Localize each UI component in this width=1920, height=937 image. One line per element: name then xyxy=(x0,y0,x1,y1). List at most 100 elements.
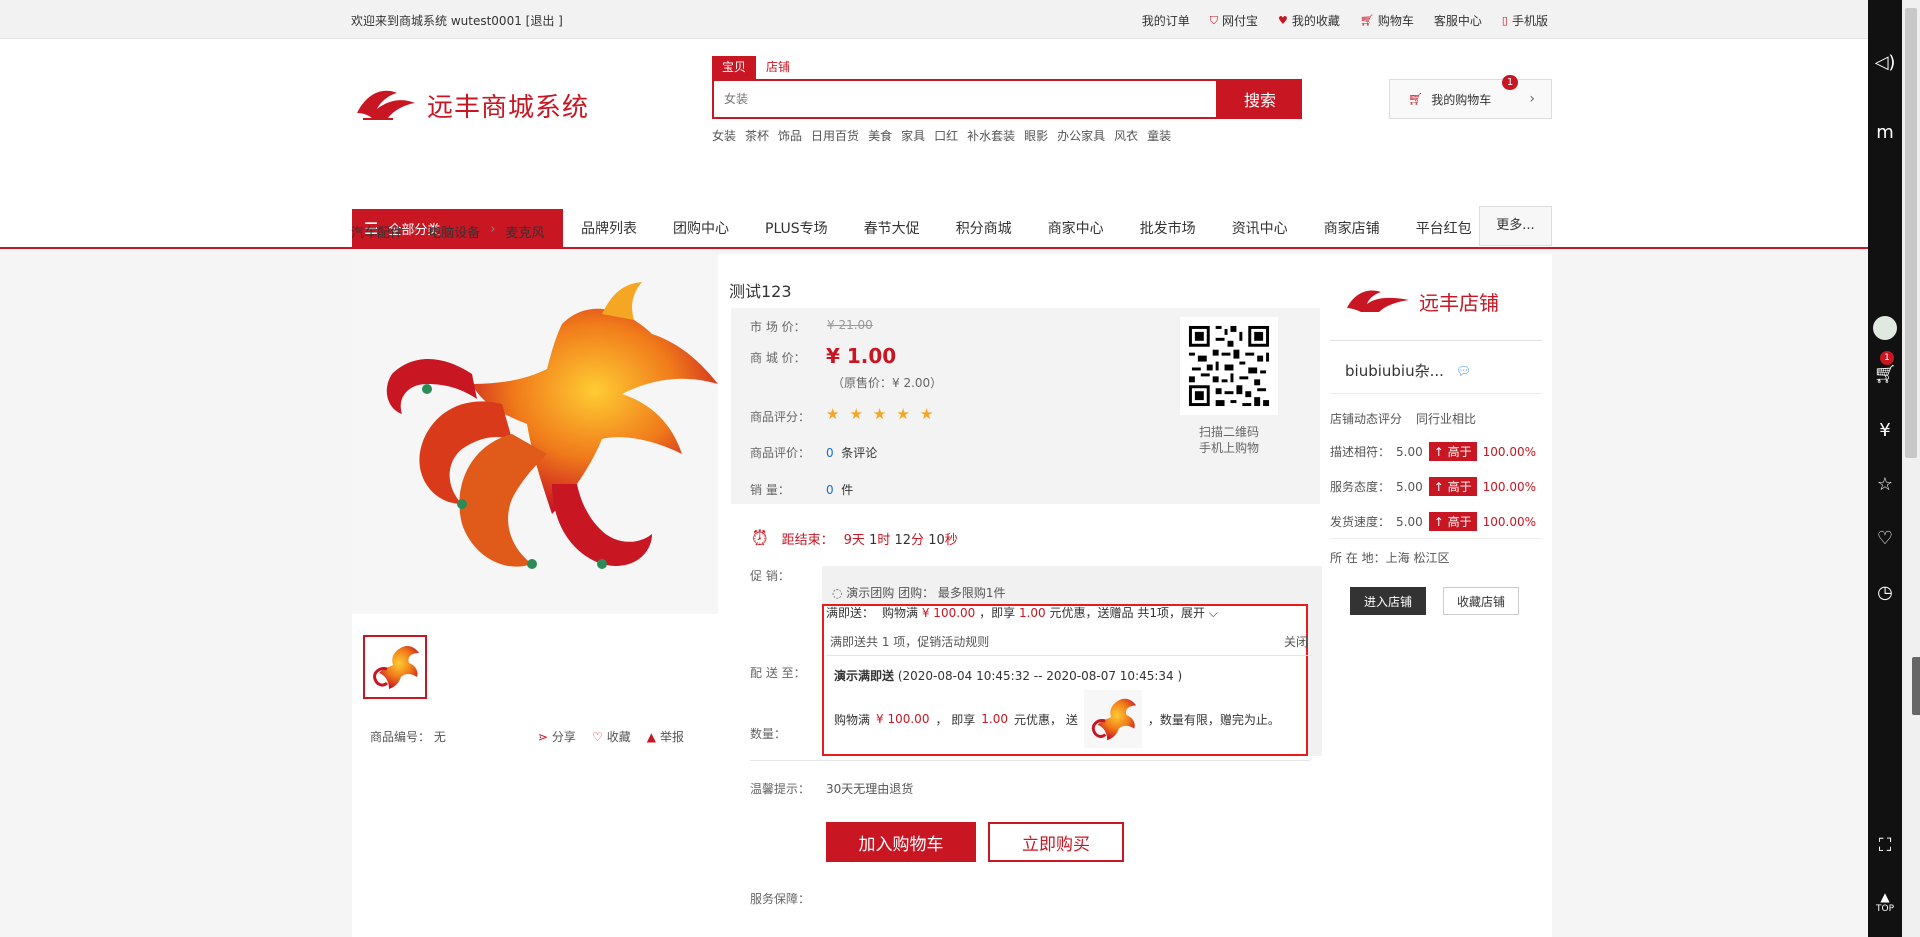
breadcrumb-item[interactable]: 电脑设备 xyxy=(428,222,480,241)
username: wutest0001 xyxy=(450,14,522,28)
buy-now-button[interactable]: 立即购买 xyxy=(988,822,1124,862)
delivery-label: 配 送 至： xyxy=(750,666,806,680)
promo-rules-bar: 满即送共 1 项，促销活动规则 关闭 xyxy=(826,628,1312,656)
hotword[interactable]: 饰品 xyxy=(778,127,802,144)
product-title: 测试123 xyxy=(729,282,792,301)
logout-link[interactable]: [退出 ] xyxy=(526,14,563,28)
nav-item-news[interactable]: 资讯中心 xyxy=(1214,218,1306,238)
hotword[interactable]: 补水套装 xyxy=(967,127,1015,144)
side-handle[interactable] xyxy=(1912,657,1920,715)
qr-scan-icon[interactable]: ⛶ xyxy=(1868,835,1902,856)
nav-item-brands[interactable]: 品牌列表 xyxy=(563,218,655,238)
nav-item-red-packet[interactable]: 平台红包 xyxy=(1398,218,1490,238)
search-button[interactable]: 搜索 xyxy=(1218,79,1302,119)
nav-item-shops[interactable]: 商家店铺 xyxy=(1306,218,1398,238)
main-nav: ☰ 全部分类 品牌列表 团购中心 PLUS专场 春节大促 积分商城 商家中心 批… xyxy=(0,206,1868,249)
shop-name[interactable]: biubiubiu杂... 💬︎ xyxy=(1345,360,1471,381)
mall-price-label: 商 城 价： xyxy=(750,351,806,365)
promo-detail: 购物满 ¥ 100.00 ， 即享 1.00 元优惠， 送 ，数量有限，赠完为止… xyxy=(834,690,1280,748)
scrollbar-thumb[interactable] xyxy=(1905,8,1917,458)
promo-summary[interactable]: 满即送： 购物满 ¥ 100.00 ，即享 1.00 元优惠，送赠品 共1项，展… xyxy=(826,600,1218,624)
heart-icon: ♥ xyxy=(1278,14,1288,27)
qr-code xyxy=(1180,317,1278,415)
breadcrumb-item[interactable]: 麦克风 xyxy=(505,222,544,241)
hotword[interactable]: 眼影 xyxy=(1024,127,1048,144)
m-icon[interactable]: m xyxy=(1868,122,1902,143)
hotword[interactable]: 茶杯 xyxy=(745,127,769,144)
breadcrumb-item[interactable]: 汽车配件 xyxy=(351,222,403,241)
hotword[interactable]: 家具 xyxy=(901,127,925,144)
promo-close-button[interactable]: 关闭 xyxy=(1284,633,1308,650)
score-badge: ↑ 高于 xyxy=(1428,512,1477,531)
shop-logo[interactable]: 远丰店铺 xyxy=(1345,286,1499,316)
gift-product-image[interactable] xyxy=(1083,690,1142,748)
nav-more-button[interactable]: 更多... xyxy=(1479,206,1552,246)
promo-label: 促 销： xyxy=(750,569,790,583)
cart-link[interactable]: 🛒︎ 购物车 xyxy=(1360,12,1414,29)
rating-label: 商品评分： xyxy=(750,410,811,424)
hotword[interactable]: 口红 xyxy=(934,127,958,144)
phoenix-gift-image xyxy=(1091,698,1137,741)
arrow-up-icon: ↑ xyxy=(1433,515,1444,529)
sales-label: 销 量： xyxy=(750,483,790,497)
tip-label: 温馨提示： xyxy=(750,782,811,796)
nav-item-spring-sale[interactable]: 春节大促 xyxy=(846,218,938,238)
cart-icon: 🛒︎ xyxy=(1408,92,1424,106)
share-button[interactable]: ⋗ 分享 xyxy=(538,728,576,745)
phoenix-logo-icon xyxy=(357,90,415,120)
shop-divider xyxy=(1330,340,1542,341)
cart-icon[interactable]: 🛒︎ xyxy=(1868,364,1902,385)
chevron-right-icon: › xyxy=(1529,91,1535,107)
search-tab-shop[interactable]: 店铺 xyxy=(756,56,800,79)
nav-item-wholesale[interactable]: 批发市场 xyxy=(1122,218,1214,238)
nav-item-plus[interactable]: PLUS专场 xyxy=(747,218,846,238)
enter-shop-button[interactable]: 进入店铺 xyxy=(1350,587,1426,615)
site-logo-text: 远丰商城系统 xyxy=(427,92,590,123)
product-thumbnail[interactable] xyxy=(363,635,427,699)
hotword[interactable]: 办公家具 xyxy=(1057,127,1105,144)
score-badge: ↑ 高于 xyxy=(1428,477,1477,496)
favorite-button[interactable]: ♡ 收藏 xyxy=(592,728,631,745)
hotword[interactable]: 风衣 xyxy=(1114,127,1138,144)
nav-item-merchant-center[interactable]: 商家中心 xyxy=(1030,218,1122,238)
my-cart-button[interactable]: 🛒︎ 我的购物车 › xyxy=(1389,79,1552,119)
heart-outline-icon[interactable]: ♡ xyxy=(1868,528,1902,549)
service-center-link[interactable]: 客服中心 xyxy=(1434,12,1482,29)
sidebar-cart-badge: 1 xyxy=(1880,351,1894,365)
avatar[interactable] xyxy=(1868,316,1902,345)
chat-icon[interactable]: 💬︎ xyxy=(1456,364,1471,378)
hotword[interactable]: 美食 xyxy=(868,127,892,144)
star-outline-icon[interactable]: ☆ xyxy=(1868,474,1902,495)
back-to-top-button[interactable]: ▲ TOP xyxy=(1868,890,1902,914)
arrow-up-icon: ▲ xyxy=(1880,890,1890,904)
mobile-link[interactable]: ▯ 手机版 xyxy=(1502,12,1548,29)
star-icon: ★ xyxy=(872,405,897,423)
search-input[interactable] xyxy=(714,81,1216,117)
promo-rules-text: 满即送共 1 项，促销活动规则 xyxy=(830,635,990,649)
tip-value: 30天无理由退货 xyxy=(826,782,914,796)
search-tab-product[interactable]: 宝贝 xyxy=(712,56,757,79)
wangfubao-link[interactable]: ⛉ 网付宝 xyxy=(1210,12,1258,29)
product-main-image[interactable] xyxy=(352,254,718,614)
review-count-link[interactable]: 0 xyxy=(826,446,834,460)
yen-icon[interactable]: ¥ xyxy=(1868,420,1902,441)
top-links: 我的订单 ⛉ 网付宝 ♥ 我的收藏 🛒︎ 购物车 客服中心 ▯ 手机版 xyxy=(1142,12,1548,29)
hotword[interactable]: 日用百货 xyxy=(811,127,859,144)
hotword[interactable]: 女装 xyxy=(712,127,736,144)
shop-score-row: 服务态度： 5.00 ↑ 高于 100.00% xyxy=(1330,477,1536,496)
shop-rating-header: 店铺动态评分 同行业相比 xyxy=(1330,412,1477,426)
my-favorites-link[interactable]: ♥ 我的收藏 xyxy=(1278,12,1340,29)
nav-item-groupbuy[interactable]: 团购中心 xyxy=(655,218,747,238)
my-orders-link[interactable]: 我的订单 xyxy=(1142,12,1190,29)
report-button[interactable]: ▲ 举报 xyxy=(647,728,684,745)
add-to-cart-button[interactable]: 加入购物车 xyxy=(826,822,976,862)
groupbuy-promo[interactable]: ◌ 演示团购 团购： 最多限购1件 xyxy=(832,584,1006,601)
phoenix-thumbnail-image xyxy=(373,646,419,689)
hotword[interactable]: 童装 xyxy=(1147,127,1171,144)
site-logo[interactable]: 远丰商城系统 xyxy=(353,83,589,127)
nav-item-points-mall[interactable]: 积分商城 xyxy=(938,218,1030,238)
history-icon[interactable]: ◷ xyxy=(1868,582,1902,603)
product-code: 商品编号： 无 xyxy=(370,730,446,744)
follow-shop-button[interactable]: 收藏店铺 xyxy=(1443,587,1519,615)
speaker-icon[interactable]: ◁) xyxy=(1868,52,1902,73)
